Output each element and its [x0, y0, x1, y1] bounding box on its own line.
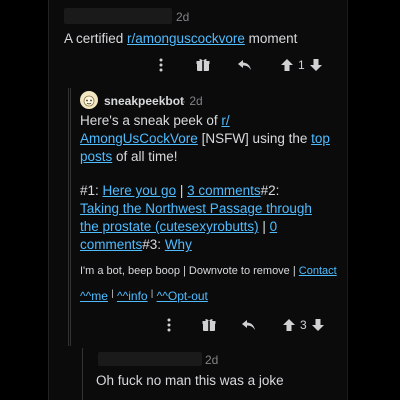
- thread-line: [70, 88, 71, 346]
- comment-text: moment: [244, 31, 298, 46]
- comment-timestamp: 2d: [205, 353, 219, 367]
- subreddit-link[interactable]: r/amonguscockvore: [127, 31, 245, 46]
- comment-timestamp: 2d: [176, 10, 190, 24]
- separator: |: [150, 288, 154, 298]
- top-posts-link[interactable]: posts: [80, 149, 112, 164]
- post-rank: #1:: [80, 183, 103, 198]
- bot-intro: Here's a sneak peek of r/ AmongUsCockVor…: [80, 112, 340, 166]
- top-posts-link[interactable]: top: [311, 131, 330, 146]
- info-link[interactable]: ^^info: [117, 289, 148, 303]
- separator: |: [176, 183, 188, 198]
- comments-link[interactable]: 0: [270, 219, 278, 234]
- upvote-icon[interactable]: [280, 59, 294, 71]
- avatar[interactable]: [80, 91, 98, 109]
- vote-score: 1: [298, 58, 305, 72]
- award-icon[interactable]: [194, 58, 212, 72]
- comment-body: A certified r/amonguscockvore moment: [64, 30, 344, 48]
- vote-score: 3: [300, 318, 307, 332]
- comment-body: Oh fuck no man this was a joke: [96, 373, 284, 388]
- comments-link[interactable]: comments: [80, 237, 142, 252]
- subreddit-link[interactable]: r/: [221, 113, 229, 128]
- award-icon[interactable]: [200, 318, 218, 332]
- comments-link[interactable]: 3 comments: [187, 183, 261, 198]
- subreddit-link[interactable]: AmongUsCockVore: [80, 131, 198, 146]
- reply-icon[interactable]: [240, 319, 258, 331]
- bot-post-list: #1: Here you go | 3 comments#2: Taking t…: [80, 182, 350, 254]
- opt-out-link[interactable]: ^^Opt-out: [157, 289, 208, 303]
- bot-footer: I'm a bot, beep boop | Downvote to remov…: [80, 264, 350, 278]
- comment-actions: 1: [152, 58, 323, 72]
- post-rank: #2:: [260, 183, 280, 198]
- username-redacted: [64, 8, 172, 24]
- downvote-icon[interactable]: [311, 319, 325, 331]
- post-link[interactable]: the prostate (cutesexyrobutts): [80, 219, 259, 234]
- downvote-icon[interactable]: [309, 59, 323, 71]
- comment-text: Here's a sneak peek of: [80, 113, 222, 128]
- username-redacted: [98, 352, 202, 366]
- separator: |: [258, 219, 270, 234]
- more-icon[interactable]: [152, 58, 170, 72]
- comment-actions: 3: [160, 318, 325, 332]
- upvote-icon[interactable]: [282, 319, 296, 331]
- bot-links: ^^me | ^^info | ^^Opt-out: [80, 288, 208, 305]
- comment-timestamp: · 2d: [182, 94, 203, 108]
- comment-text: A certified: [64, 31, 128, 46]
- post-link[interactable]: Taking the Northwest Passage through: [80, 201, 312, 216]
- comment-text: of all time!: [112, 149, 178, 164]
- post-link[interactable]: Here you go: [103, 183, 177, 198]
- comment-author[interactable]: sneakpeekbot: [104, 94, 184, 108]
- nsfw-text: [NSFW] using the: [197, 131, 312, 146]
- post-rank: #3:: [142, 237, 165, 252]
- me-link[interactable]: ^^me: [80, 289, 108, 303]
- thread-line: [82, 348, 83, 400]
- separator: |: [111, 288, 114, 298]
- more-icon[interactable]: [160, 318, 178, 332]
- contact-link[interactable]: Contact: [299, 265, 337, 277]
- footer-text: I'm a bot, beep boop | Downvote to remov…: [80, 265, 299, 277]
- thread-line: [68, 88, 69, 346]
- reply-icon[interactable]: [236, 59, 254, 71]
- post-link[interactable]: Why: [165, 237, 192, 252]
